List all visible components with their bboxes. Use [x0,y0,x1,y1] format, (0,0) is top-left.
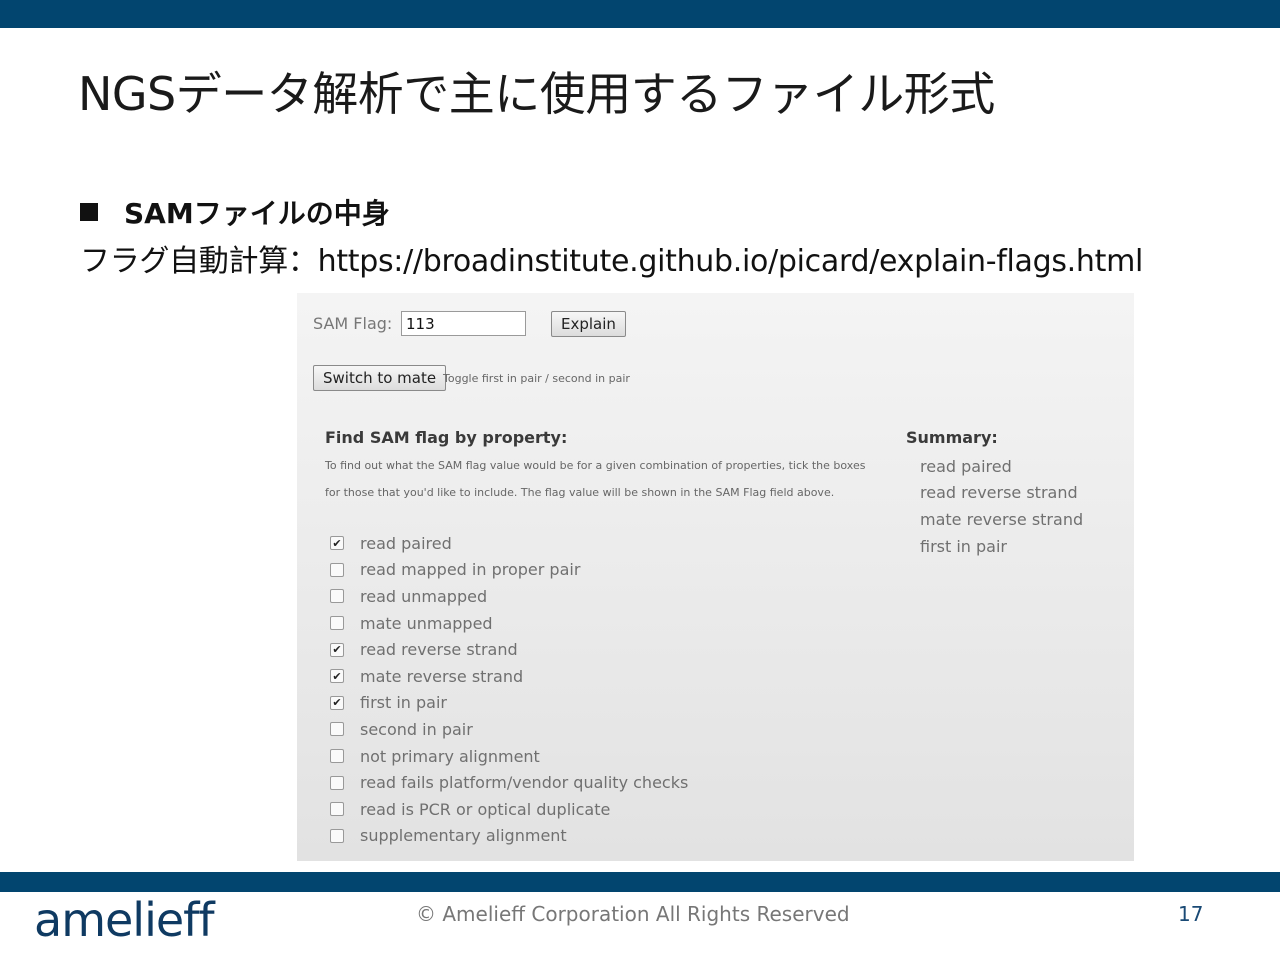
property-label: mate unmapped [360,613,493,633]
checkbox-1[interactable] [330,562,344,577]
checkbox-4[interactable]: ✔ [330,642,344,657]
property-item[interactable]: ✔ mate reverse strand [330,663,688,690]
find-flag-heading: Find SAM flag by property: [325,428,568,447]
property-label: not primary alignment [360,746,540,766]
checkbox-9[interactable] [330,775,344,790]
property-item[interactable]: read mapped in proper pair [330,557,688,584]
description-line-1: To find out what the SAM flag value woul… [325,459,866,472]
property-label: read mapped in proper pair [360,560,581,580]
checkbox-7[interactable] [330,722,344,737]
property-item[interactable]: ✔ first in pair [330,690,688,717]
property-label: read fails platform/vendor quality check… [360,773,689,793]
property-item[interactable]: not primary alignment [330,743,688,770]
summary-heading: Summary: [906,428,998,447]
checkbox-6[interactable]: ✔ [330,695,344,710]
amelieff-logo: amelieff [34,893,215,947]
switch-to-mate-button[interactable]: Switch to mate [313,365,447,391]
summary-item: first in pair [920,536,1008,556]
bullet-heading: SAMファイルの中身 [80,192,390,232]
property-item[interactable]: ✔ read paired [330,530,688,557]
flag-calculator-link[interactable]: フラグ自動計算：https://broadinstitute.github.io… [80,236,1143,280]
slide-title: NGSデータ解析で主に使用するファイル形式 [78,67,995,121]
checkbox-2[interactable] [330,589,344,604]
property-item[interactable]: read is PCR or optical duplicate [330,796,688,823]
property-item[interactable]: mate unmapped [330,610,688,637]
summary-item: mate reverse strand [920,509,1084,529]
bullet-text: SAMファイルの中身 [124,197,390,230]
property-checkbox-list: ✔ read paired read mapped in proper pair … [330,530,688,849]
bullet-square-icon [80,203,98,221]
summary-item: read paired [920,456,1012,476]
top-header-bar [0,0,1280,28]
footer-bar [0,872,1280,892]
property-item[interactable]: read fails platform/vendor quality check… [330,769,688,796]
property-label: supplementary alignment [360,826,567,846]
property-item[interactable]: second in pair [330,716,688,743]
property-label: first in pair [360,693,448,713]
property-item[interactable]: ✔ read reverse strand [330,636,688,663]
checkbox-10[interactable] [330,802,344,817]
description-line-2: for those that you'd like to include. Th… [325,486,835,499]
sam-flag-tool-panel: SAM Flag: Explain Switch to mate Toggle … [297,293,1134,861]
copyright-text: © Amelieff Corporation All Rights Reserv… [416,902,850,926]
toggle-hint: Toggle first in pair / second in pair [443,372,630,385]
property-item[interactable]: read unmapped [330,583,688,610]
checkbox-3[interactable] [330,616,344,631]
summary-item: read reverse strand [920,483,1078,503]
property-item[interactable]: supplementary alignment [330,823,688,850]
summary-list: read paired read reverse strand mate rev… [920,453,1083,559]
property-label: read paired [360,533,452,553]
checkbox-5[interactable]: ✔ [330,669,344,684]
page-number: 17 [1178,902,1204,926]
checkbox-0[interactable]: ✔ [330,536,344,551]
explain-button[interactable]: Explain [551,311,626,337]
property-label: read unmapped [360,586,488,606]
sam-flag-input[interactable] [401,311,526,336]
property-label: read is PCR or optical duplicate [360,799,611,819]
checkbox-8[interactable] [330,749,344,764]
sam-flag-label: SAM Flag: [313,314,393,333]
property-label: second in pair [360,719,473,739]
property-label: mate reverse strand [360,666,524,686]
property-label: read reverse strand [360,640,518,660]
checkbox-11[interactable] [330,828,344,843]
